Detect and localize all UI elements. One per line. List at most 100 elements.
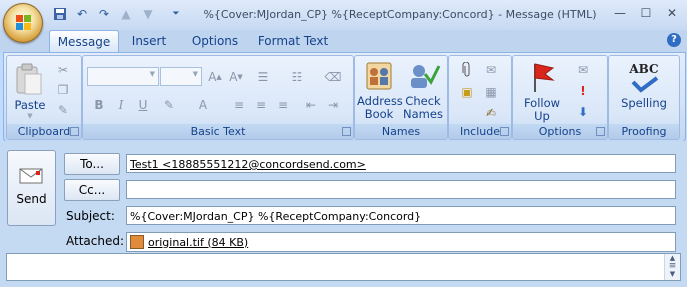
decrease-indent-icon[interactable]: ⇤ [301,95,321,115]
paste-button[interactable]: Paste ▼ [14,62,46,120]
cut-icon[interactable]: ✂ [53,60,73,80]
redo-icon[interactable]: ↷ [96,6,112,22]
undo-icon[interactable]: ↶ [74,6,90,22]
bullets-icon[interactable]: ☰ [253,67,273,87]
proofing-label: Proofing [621,125,667,138]
include-group-label: Include [449,124,511,139]
include-label: Include [459,125,501,138]
highlight-icon[interactable]: ✎ [159,95,179,115]
minimize-button[interactable]: — [608,3,632,22]
signature-icon[interactable]: ✍ [481,103,501,123]
next-item-icon[interactable]: ▼ [140,6,156,22]
options-group: Follow Up ✉ ! ⬇ Options [512,55,608,140]
address-book-label: Address Book [357,94,403,121]
subject-label: Subject: [66,209,115,223]
options-dialog-launcher-icon[interactable] [596,127,605,136]
grow-font-icon[interactable]: A ▲ [205,67,225,87]
underline-button[interactable]: U [133,95,153,115]
check-names-icon [411,65,441,88]
copy-icon[interactable]: ❐ [53,80,73,100]
help-icon[interactable]: ? [667,33,681,47]
clear-formatting-icon[interactable]: ⌫ [323,67,343,87]
tab-options[interactable]: Options [184,30,246,52]
check-names-label: Check Names [403,94,443,121]
attachment-field[interactable]: original.tif (84 KB) [126,232,676,252]
align-left-icon[interactable]: ≡ [229,95,249,115]
office-button[interactable] [3,3,43,43]
previous-item-icon[interactable]: ▲ [118,6,134,22]
basic-text-group: ▼ ▼ A ▲ A ▼ ☰ ☷ ⌫ B I U ✎ A ≡ ≡ ≡ ⇤ ⇥ Basi… [82,55,354,140]
calendar-icon[interactable]: ▦ [481,82,501,102]
font-color-icon[interactable]: A [193,95,213,115]
clipboard-group: Paste ▼ ✂ ❐ ✎ Clipboard [6,55,82,140]
body-scrollbar[interactable]: ▲ ≡ ▼ [664,254,680,280]
check-names-button[interactable]: Check Names [401,60,445,122]
bold-button[interactable]: B [89,95,109,115]
spelling-button[interactable]: ABC Spelling [613,60,675,122]
numbering-icon[interactable]: ☷ [287,67,307,87]
include-dialog-launcher-icon[interactable] [500,127,509,136]
paste-dropdown-icon: ▼ [27,112,33,120]
scroll-down-icon[interactable]: ▼ [665,270,680,278]
scroll-thumb-icon[interactable]: ≡ [665,262,680,271]
include-group: ✉ ▣ ▦ ✍ Include [448,55,512,140]
names-label: Names [381,125,421,138]
cc-button[interactable]: Cc... [64,179,120,201]
clipboard-dialog-launcher-icon[interactable] [70,127,79,136]
paste-label: Paste [14,98,46,112]
follow-up-flag-icon [534,63,555,92]
clipboard-label: Clipboard [17,125,71,138]
proofing-group: ABC Spelling Proofing [608,55,680,140]
clipboard-group-label: Clipboard [7,124,81,139]
shrink-font-icon[interactable]: A ▼ [226,67,246,87]
basic-text-label: Basic Text [190,125,246,138]
font-name-dropdown-icon[interactable]: ▼ [150,70,155,78]
window-title: %{Cover:MJordan_CP} %{ReceptCompany:Conc… [203,8,597,21]
attached-label: Attached: [66,234,125,248]
basic-text-dialog-launcher-icon[interactable] [342,127,351,136]
options-label: Options [538,125,582,138]
tif-file-icon [130,235,144,249]
attachment-link[interactable]: original.tif (84 KB) [148,233,248,251]
font-size-dropdown-icon[interactable]: ▼ [193,70,198,78]
business-card-icon[interactable]: ▣ [457,82,477,102]
send-button[interactable]: Send [7,150,56,226]
names-group-label: Names [355,124,447,139]
high-importance-icon[interactable]: ! [573,81,593,101]
subject-field[interactable]: %{Cover:MJordan_CP} %{ReceptCompany:Conc… [126,206,676,225]
save-icon[interactable] [52,6,68,22]
format-painter-icon[interactable]: ✎ [53,100,73,120]
align-right-icon[interactable]: ≡ [273,95,293,115]
send-label: Send [16,192,47,206]
address-book-icon [366,62,392,90]
permission-icon[interactable]: ✉ [573,60,593,80]
tab-format-text[interactable]: Format Text [254,30,332,52]
spelling-label: Spelling [621,96,667,110]
cc-field[interactable] [126,180,676,199]
maximize-button[interactable]: ☐ [634,3,658,22]
options-group-label: Options [513,124,607,139]
follow-up-label: Follow Up [523,96,561,123]
spelling-check-icon [631,76,659,93]
send-envelope-icon [19,168,43,184]
basic-text-group-label: Basic Text [83,124,353,139]
office-logo-icon [16,15,31,30]
to-button[interactable]: To... [64,153,120,175]
tab-insert[interactable]: Insert [124,30,174,52]
close-button[interactable]: ✕ [660,3,684,22]
paste-icon [16,63,42,95]
tab-message[interactable]: Message [49,30,119,52]
font-name-combo[interactable]: ▼ [87,67,159,86]
increase-indent-icon[interactable]: ⇥ [323,95,343,115]
font-size-combo[interactable]: ▼ [160,67,202,86]
align-center-icon[interactable]: ≡ [251,95,271,115]
attach-file-icon[interactable] [457,60,477,80]
follow-up-button[interactable]: Follow Up [517,60,567,123]
low-importance-icon[interactable]: ⬇ [573,102,593,122]
message-body[interactable]: ▲ ≡ ▼ [6,253,681,281]
address-book-button[interactable]: Address Book [357,60,403,122]
proofing-group-label: Proofing [609,124,679,139]
italic-button[interactable]: I [111,95,131,115]
to-field[interactable]: Test1 <18885551212@concordsend.com> [126,154,676,173]
attach-item-icon[interactable]: ✉ [481,60,501,80]
